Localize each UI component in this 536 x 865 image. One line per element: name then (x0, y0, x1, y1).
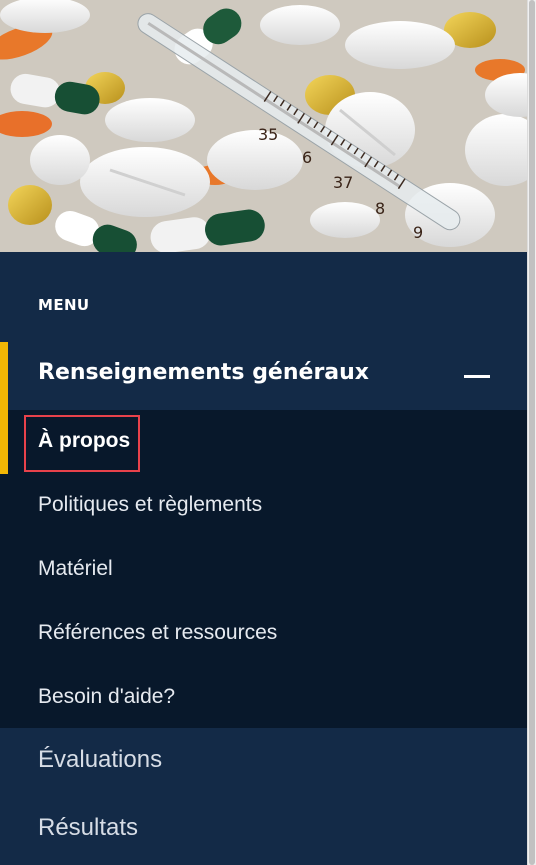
submenu-item-label: Références et ressources (38, 621, 278, 644)
submenu-item-materiel[interactable]: Matériel (0, 538, 527, 602)
submenu-item-a-propos[interactable]: À propos (0, 410, 527, 474)
thermometer-mark: 9 (413, 223, 423, 242)
thermometer-mark: 6 (302, 148, 312, 167)
minus-icon[interactable] (464, 364, 492, 388)
submenu-item-label: Politiques et règlements (38, 493, 263, 516)
thermometer-mark: 35 (258, 125, 278, 144)
thermometer-mark: 8 (375, 199, 385, 218)
active-section-accent (0, 342, 8, 410)
thermometer-mark: 37 (333, 173, 353, 192)
active-item-accent (0, 410, 8, 474)
menu-section-title: Renseignements généraux (38, 360, 369, 385)
menu-section-resultats[interactable]: Résultats (0, 796, 527, 864)
menu-section-evaluations[interactable]: Évaluations (0, 728, 527, 796)
menu-heading: MENU (38, 296, 90, 314)
menu-section-label: Résultats (38, 814, 139, 841)
menu-section-label: Évaluations (38, 746, 163, 773)
submenu-item-politiques[interactable]: Politiques et règlements (0, 474, 527, 538)
submenu-item-label: Besoin d'aide? (38, 685, 176, 708)
submenu-item-references[interactable]: Références et ressources (0, 602, 527, 666)
submenu-item-label: Matériel (38, 557, 113, 580)
submenu: À propos Politiques et règlements Matéri… (0, 410, 527, 728)
menu-section-renseignements[interactable]: Renseignements généraux (0, 342, 527, 410)
pills-thermometer-illustration: 35 6 37 8 9 (0, 0, 527, 252)
submenu-item-besoin-aide[interactable]: Besoin d'aide? (0, 666, 527, 730)
scrollbar[interactable] (527, 0, 536, 865)
hero-image: 35 6 37 8 9 (0, 0, 527, 252)
page: 35 6 37 8 9 MENU Renseignements généraux… (0, 0, 527, 865)
scrollbar-thumb[interactable] (529, 0, 535, 865)
submenu-item-label: À propos (38, 429, 131, 452)
